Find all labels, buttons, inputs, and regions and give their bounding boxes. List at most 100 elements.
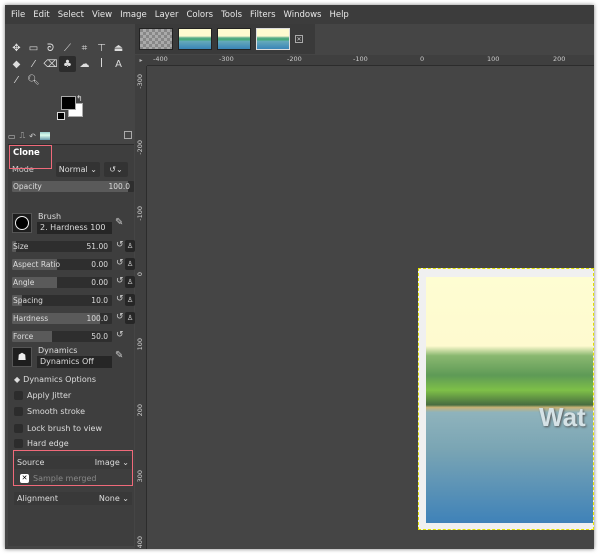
hard-edge-checkbox[interactable]: Hard edge [14,439,69,448]
menu-view[interactable]: View [92,10,112,20]
highlight-source [13,450,133,486]
image-tab-2[interactable] [178,28,212,50]
size-value: 51.00 [86,242,108,251]
ruler-label: 100 [136,338,144,351]
menu-layer[interactable]: Layer [155,10,179,20]
menu-select[interactable]: Select [58,10,84,20]
aspect-ratio-slider[interactable]: Aspect Ratio 0.00 [12,259,112,270]
quick-mask-toggle[interactable]: ▸ [135,55,147,66]
menu-filters[interactable]: Filters [250,10,275,20]
link-angle-icon[interactable]: ♙ [125,276,135,288]
menu-edit[interactable]: Edit [33,10,49,20]
expand-icon: ◆ [14,375,21,384]
paintbrush-tool-icon[interactable]: ⁄ [25,56,42,72]
apply-jitter-checkbox[interactable]: Apply Jitter [14,391,71,400]
image-tab-1[interactable] [139,28,173,50]
hardness-slider[interactable]: Hardness 100.0 [12,313,112,324]
angle-value: 0.00 [91,278,108,287]
rect-select-tool-icon[interactable]: ▭ [25,40,42,56]
spacing-label: Spacing [13,296,43,305]
link-aspect-icon[interactable]: ♙ [125,258,135,270]
aspect-ratio-value: 0.00 [91,260,108,269]
ruler-label: 0 [420,55,425,63]
edit-dynamics-icon[interactable]: ✎ [115,350,123,361]
ruler-label: -100 [136,206,144,221]
reset-force-icon[interactable]: ↺ [116,330,124,340]
color-picker-tool-icon[interactable]: ⁄ [8,72,25,88]
reset-spacing-icon[interactable]: ↺ [116,294,124,304]
dynamics-field[interactable]: Dynamics Off [37,356,112,368]
smooth-stroke-checkbox[interactable]: Smooth stroke [14,407,85,416]
aspect-ratio-label: Aspect Ratio [13,260,61,269]
text-tool-icon[interactable]: A [110,56,127,72]
ruler-label: -100 [353,55,368,63]
opacity-label: Opacity [13,182,42,191]
fuzzy-select-tool-icon[interactable]: ⟋ [59,40,76,56]
ruler-label: -200 [136,140,144,155]
menu-file[interactable]: File [11,10,25,20]
foreground-color-swatch[interactable] [61,96,76,110]
size-slider[interactable]: Size 51.00 [12,241,112,252]
ruler-label: -300 [219,55,234,63]
vertical-ruler[interactable]: -300 -200 -100 0 100 200 300 400 [135,66,147,549]
ruler-label: 0 [136,272,144,277]
force-slider[interactable]: Force 50.0 [12,331,112,342]
clone-tool-icon[interactable]: ♣ [59,56,76,72]
image-canvas[interactable]: Wat [418,268,594,530]
mode-dropdown[interactable]: Normal ⌄ [56,161,100,177]
tool-options-tab-icon[interactable]: ▭ [8,132,16,141]
alignment-dropdown[interactable]: Alignment None ⌄ [14,492,132,505]
default-colors-icon[interactable] [57,112,65,120]
chevron-down-icon: ⌄ [90,164,97,174]
reset-angle-icon[interactable]: ↺ [116,276,124,286]
undo-history-tab-icon[interactable]: ↶ [29,132,36,141]
close-icon[interactable]: ✕ [295,35,303,43]
bucket-fill-tool-icon[interactable]: ◆ [8,56,25,72]
image-tab-3[interactable] [217,28,251,50]
lock-brush-label: Lock brush to view [27,424,102,433]
brush-name-field[interactable]: 2. Hardness 100 [37,222,112,234]
mode-reset-dropdown[interactable]: ↺ ⌄ [104,161,128,177]
device-status-tab-icon[interactable]: ⎍ [20,131,26,141]
menu-colors[interactable]: Colors [186,10,213,20]
opacity-slider[interactable]: Opacity 100.0 [12,181,134,192]
menu-image[interactable]: Image [120,10,147,20]
move-tool-icon[interactable]: ✥ [8,40,25,56]
transform-tool-icon[interactable]: ⊤ [93,40,110,56]
lake-photo: Wat [426,277,593,523]
edit-brush-icon[interactable]: ✎ [115,217,123,228]
dynamics-preview[interactable]: ☗ [12,347,32,367]
zoom-tool-icon[interactable]: 🔍︎ [25,72,42,88]
eraser-tool-icon[interactable]: ⌫ [42,56,59,72]
lock-brush-checkbox[interactable]: Lock brush to view [14,424,102,433]
fg-bg-colors[interactable]: ↰ [55,94,89,126]
link-hardness-icon[interactable]: ♙ [125,312,135,324]
images-tab-icon[interactable] [39,132,50,140]
spacing-slider[interactable]: Spacing 10.0 [12,295,112,306]
image-tab-4[interactable] [256,28,290,50]
dynamics-options-expander[interactable]: ◆ Dynamics Options [14,375,96,384]
configure-tab-button[interactable] [124,131,132,139]
menu-help[interactable]: Help [329,10,348,20]
reset-aspect-icon[interactable]: ↺ [116,258,124,268]
swap-colors-icon[interactable]: ↰ [76,94,83,103]
alignment-label: Alignment [17,494,58,503]
dynamics-label: Dynamics [38,346,78,355]
crop-tool-icon[interactable]: ⌗ [76,40,93,56]
menu-windows[interactable]: Windows [284,10,322,20]
hard-edge-label: Hard edge [27,439,69,448]
smudge-tool-icon[interactable]: ☁ [76,56,93,72]
menu-tools[interactable]: Tools [221,10,242,20]
warp-tool-icon[interactable]: ⏏ [110,40,127,56]
toolbox: ✥ ▭ ᘐ ⟋ ⌗ ⊤ ⏏ ◆ ⁄ ⌫ ♣ ☁ ꟾ A ⁄ 🔍︎ ↰ ▭ ⎍ ↶… [5,24,135,549]
angle-slider[interactable]: Angle 0.00 [12,277,112,288]
ruler-label: -200 [287,55,302,63]
link-size-icon[interactable]: ♙ [125,240,135,252]
reset-hardness-icon[interactable]: ↺ [116,312,124,322]
lasso-tool-icon[interactable]: ᘐ [42,40,59,56]
horizontal-ruler[interactable]: -400 -300 -200 -100 0 100 200 [147,55,594,66]
reset-size-icon[interactable]: ↺ [116,240,124,250]
link-spacing-icon[interactable]: ♙ [125,294,135,306]
brush-preview[interactable] [12,213,32,233]
paths-tool-icon[interactable]: ꟾ [93,56,110,72]
